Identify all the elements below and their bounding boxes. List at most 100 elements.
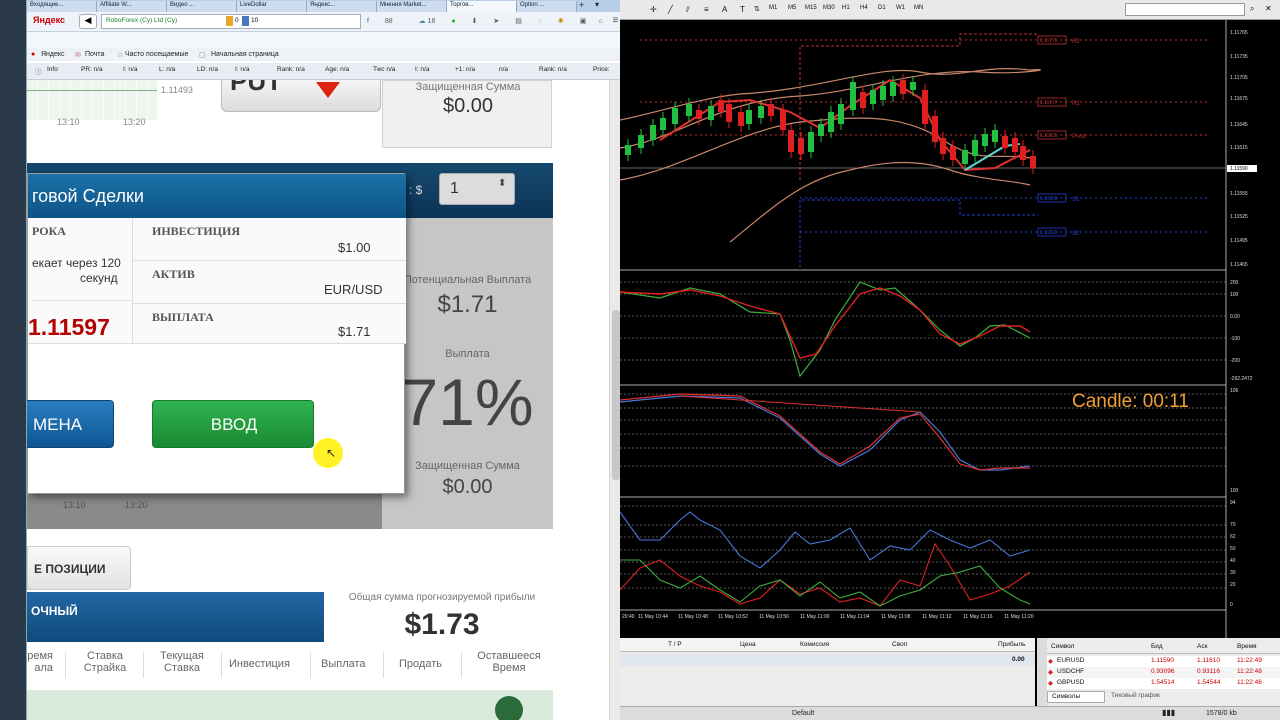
text-icon[interactable]: A bbox=[722, 5, 727, 14]
address-bar[interactable]: RoboForex (Cy) Ltd (Cy) 0 10 bbox=[101, 14, 361, 29]
col-symbol[interactable]: Символ bbox=[1051, 643, 1074, 650]
col-time[interactable]: Время bbox=[1237, 643, 1257, 650]
col-remaining[interactable]: Оставшееся Время bbox=[467, 650, 551, 674]
label-icon[interactable]: T bbox=[740, 5, 745, 14]
col-sell[interactable]: Продать bbox=[399, 658, 442, 670]
crosshair-icon[interactable]: ✛ bbox=[650, 5, 657, 14]
home-icon[interactable]: ⌂ bbox=[598, 18, 602, 25]
col-open-time[interactable]: ремя ала bbox=[27, 650, 53, 674]
seo-rank[interactable]: Rank: n/a bbox=[277, 66, 305, 73]
protected-value-2: $0.00 bbox=[442, 476, 493, 498]
scroll-thumb[interactable] bbox=[612, 310, 620, 480]
market-watch-handle[interactable] bbox=[1037, 638, 1047, 710]
tf-m1[interactable]: M1 bbox=[769, 5, 777, 11]
tab-yandex[interactable]: Яндекс... bbox=[307, 1, 377, 12]
col-profit[interactable]: Прибыль bbox=[998, 641, 1026, 648]
cancel-button[interactable]: МЕНА bbox=[27, 400, 114, 448]
amount-select[interactable]: 1 ⬍ bbox=[439, 173, 515, 205]
enter-button[interactable]: ВВОД bbox=[152, 400, 314, 448]
tab-list-icon[interactable]: ▾ bbox=[595, 0, 599, 9]
col-tp[interactable]: T / P bbox=[668, 641, 682, 648]
col-swap[interactable]: Своп bbox=[892, 641, 907, 648]
bookmark-icon[interactable]: ▤ bbox=[515, 18, 522, 25]
tf-m15[interactable]: M15 bbox=[805, 5, 817, 11]
tab-inbox[interactable]: Входящие... bbox=[27, 1, 97, 12]
download-icon[interactable]: ⬇ bbox=[472, 18, 478, 25]
seo-info[interactable]: Info bbox=[47, 66, 58, 73]
tf-m30[interactable]: M30 bbox=[823, 5, 835, 11]
col-strike[interactable]: Ставка Страйка bbox=[77, 650, 133, 674]
mt-search-input[interactable] bbox=[1125, 3, 1245, 16]
trendline-icon[interactable]: ╱ bbox=[668, 5, 673, 14]
bm-yandex[interactable]: Яндекс bbox=[41, 51, 65, 58]
col-investment[interactable]: Инвестиция bbox=[229, 658, 290, 670]
market-row[interactable]: ◆ GBPUSD 1.54514 1.54544 11:22:46 bbox=[1047, 678, 1280, 689]
bm-mail[interactable]: Почта bbox=[85, 51, 104, 58]
market-row[interactable]: ◆ EURUSD 1.11590 1.11610 11:22:49 bbox=[1047, 656, 1280, 667]
tab-affiliate[interactable]: Affiliate W... bbox=[97, 1, 167, 12]
cloud-icon[interactable]: ☁ bbox=[419, 18, 426, 25]
position-row[interactable] bbox=[27, 690, 553, 720]
search-icon[interactable]: ⌕ bbox=[1250, 4, 1254, 14]
tf-d1[interactable]: D1 bbox=[878, 5, 886, 11]
tab-bar: Входящие... Affiliate W... Видео ... Liv… bbox=[27, 0, 620, 12]
menu-icon[interactable]: ≡ bbox=[613, 15, 619, 26]
back-button[interactable]: ◀ bbox=[79, 14, 97, 29]
market-row[interactable]: ◆ USDCHF 0.93096 0.93116 11:22:48 bbox=[1047, 667, 1280, 678]
terminal-header: T / P Цена Комиссия Своп Прибыль bbox=[620, 638, 1035, 652]
tab-option[interactable]: Option ... bbox=[517, 1, 577, 12]
tab-trading[interactable]: Торгов... bbox=[447, 1, 517, 12]
tab-video[interactable]: Видео ... bbox=[167, 1, 237, 12]
seo-i1[interactable]: I: n/a bbox=[123, 66, 137, 73]
seo-pr[interactable]: PR: n/a bbox=[81, 66, 103, 73]
seo-i2[interactable]: I: n/a bbox=[235, 66, 249, 73]
positions-tab[interactable]: Е ПОЗИЦИИ bbox=[27, 546, 131, 590]
new-tab-icon[interactable]: + bbox=[579, 0, 584, 10]
bm-frequent[interactable]: Часто посещаемые bbox=[125, 51, 188, 58]
seo-price[interactable]: Price: bbox=[593, 66, 610, 73]
desktop-edge bbox=[0, 0, 26, 720]
spinner-icon[interactable]: ⬍ bbox=[498, 178, 506, 189]
col-ask[interactable]: Аск bbox=[1197, 643, 1207, 650]
col-price[interactable]: Цена bbox=[740, 641, 756, 648]
settings-icon[interactable]: ✺ bbox=[558, 18, 564, 25]
arrows-icon[interactable]: ⇅ bbox=[754, 5, 760, 13]
facebook-icon[interactable]: f bbox=[367, 18, 369, 25]
put-button[interactable]: PUT bbox=[221, 80, 381, 112]
info-icon[interactable]: ● bbox=[451, 18, 455, 25]
seo-na[interactable]: n/a bbox=[499, 66, 508, 73]
chat-icon[interactable]: ◌ bbox=[538, 18, 542, 25]
tf-w1[interactable]: W1 bbox=[896, 5, 905, 11]
yandex-logo[interactable]: Яндекс bbox=[33, 15, 65, 25]
channel-icon[interactable]: ⫽ bbox=[686, 5, 690, 15]
seo-twc[interactable]: Twc n/a bbox=[373, 66, 395, 73]
seo-age[interactable]: Age: n/a bbox=[325, 66, 349, 73]
seo-rank2[interactable]: Rank: n/a bbox=[539, 66, 567, 73]
candle-body bbox=[972, 140, 978, 156]
tf-h1[interactable]: H1 bbox=[842, 5, 850, 11]
seo-ld[interactable]: LD: n/a bbox=[197, 66, 218, 73]
page-scrollbar[interactable] bbox=[609, 80, 620, 720]
tab-opinions[interactable]: Мнения Market... bbox=[377, 1, 447, 12]
candle-timer: Candle: 00:11 bbox=[1072, 391, 1189, 412]
mt-toolbar: ✛ ╱ ⫽ ≡ A T ⇅ M1 M5 M15 M30 H1 H4 D1 W1 … bbox=[620, 0, 1280, 20]
col-commission[interactable]: Комиссия bbox=[800, 641, 829, 648]
seo-plus1[interactable]: +1: n/a bbox=[455, 66, 475, 73]
col-bid[interactable]: Бид bbox=[1151, 643, 1163, 650]
screenshot-icon[interactable]: ▣ bbox=[580, 18, 587, 25]
fibo-icon[interactable]: ≡ bbox=[704, 5, 709, 14]
candle-body bbox=[788, 130, 794, 152]
tf-h4[interactable]: H4 bbox=[860, 5, 868, 11]
tab-symbols[interactable]: Символы bbox=[1047, 691, 1105, 703]
tf-m5[interactable]: M5 bbox=[788, 5, 796, 11]
col-current[interactable]: Текущая Ставка bbox=[151, 650, 213, 674]
tab-tick-chart[interactable]: Тиковый график bbox=[1107, 691, 1183, 703]
bm-start[interactable]: Начальная страница bbox=[211, 51, 279, 58]
seo-l[interactable]: L: n/a bbox=[159, 66, 175, 73]
send-icon[interactable]: ➤ bbox=[493, 18, 499, 25]
seo-i3[interactable]: I: n/a bbox=[415, 66, 429, 73]
tf-mn[interactable]: MN bbox=[914, 5, 923, 11]
tab-livedollar[interactable]: LiveDollar bbox=[237, 1, 307, 12]
close-icon[interactable]: ✕ bbox=[1265, 4, 1272, 13]
col-payout[interactable]: Выплата bbox=[321, 658, 366, 670]
